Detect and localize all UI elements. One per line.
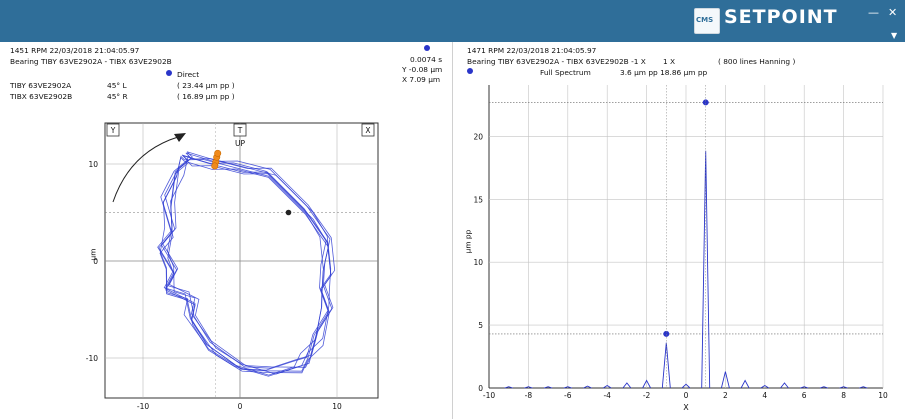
spectrum-xtick-label: -8 [525,391,533,400]
spectrum-xtick-label: -6 [564,391,572,400]
spectrum-xlabel: X [683,403,689,412]
spectrum-xtick-label: 6 [802,391,807,400]
spectrum-xtick-label: 2 [723,391,728,400]
spectrum-ytick-label: 5 [478,321,483,330]
spectrum-xtick-label: 8 [841,391,846,400]
spectrum-peak [740,379,750,389]
spectrum-ytick-label: 15 [473,195,483,204]
spectrum-peak [622,382,632,389]
spectrum-xtick-label: 10 [878,391,888,400]
spectrum-plot[interactable]: -10 -8 -6 -4 -2 0 2 4 6 8 10 0 5 10 15 20 X [0,0,905,419]
spectrum-xtick-label: -2 [643,391,651,400]
spectrum-ytick-label: 0 [478,384,483,393]
spectrum-ytick-label: 20 [473,132,483,141]
spectrum-xtick-label: -10 [483,391,495,400]
spectrum-xtick-label: -4 [603,391,611,400]
spectrum-xtick-label: 0 [684,391,689,400]
spectrum-ytick-label: 10 [473,258,483,267]
spectrum-peak [780,382,789,389]
spectrum-xtick-label: 4 [762,391,767,400]
